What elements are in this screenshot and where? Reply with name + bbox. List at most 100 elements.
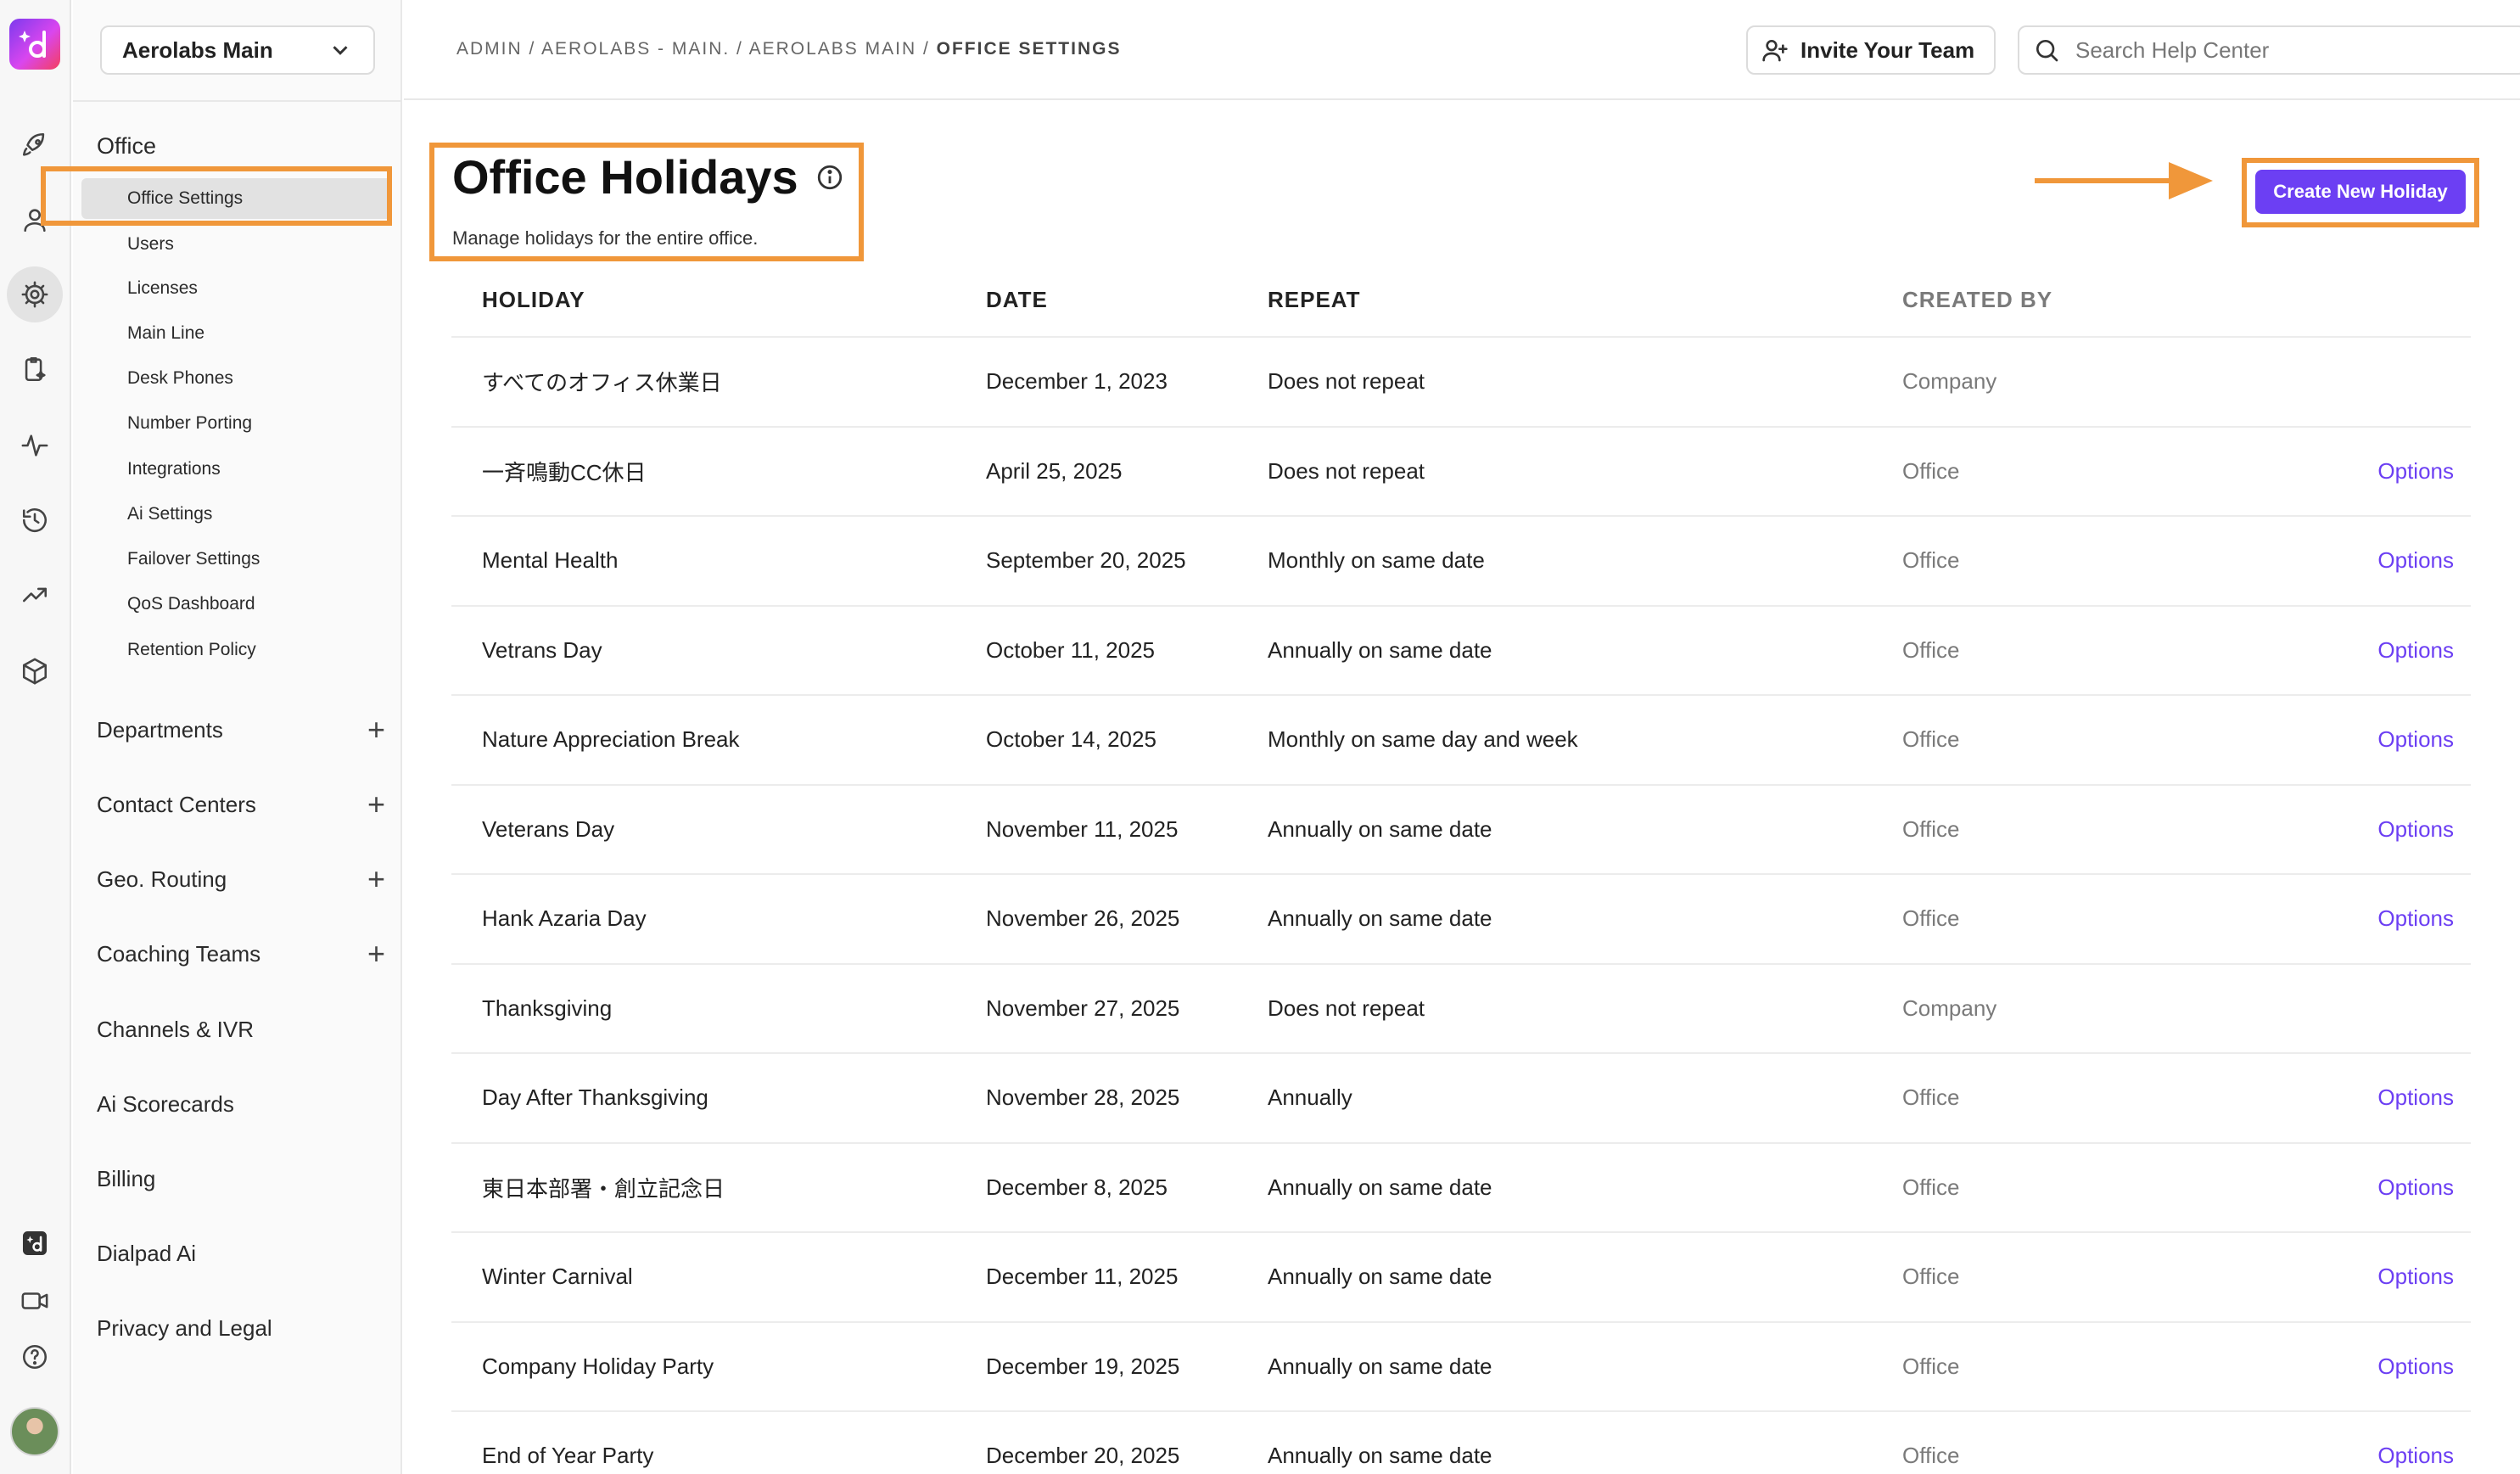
options-link[interactable]: Options xyxy=(2327,1264,2471,1290)
table-row[interactable]: End of Year Party December 20, 2025 Annual… xyxy=(451,1412,2471,1474)
holiday-created-by-cell: Office xyxy=(1902,726,1960,753)
nav-item-ai-settings[interactable]: Ai Settings xyxy=(127,504,212,524)
nav-link-dialpad-ai[interactable]: Dialpad Ai xyxy=(97,1241,385,1267)
table-header: HOLIDAY DATE REPEAT CREATED BY xyxy=(451,263,2471,338)
plus-icon[interactable]: + xyxy=(367,864,385,894)
plus-icon[interactable]: + xyxy=(367,715,385,745)
trending-icon[interactable] xyxy=(12,572,58,618)
nav-group-departments[interactable]: Departments + xyxy=(97,715,385,745)
table-row[interactable]: すべてのオフィス休業日 December 1, 2023 Does not repe… xyxy=(451,338,2471,428)
table-row[interactable]: 東日本部署・創立記念日 December 8, 2025 Annually on s… xyxy=(451,1144,2471,1233)
help-icon[interactable] xyxy=(12,1334,58,1380)
nav-item-main-line[interactable]: Main Line xyxy=(127,323,204,344)
holiday-created-by-cell: Office xyxy=(1902,1353,1960,1379)
nav-link-billing[interactable]: Billing xyxy=(97,1166,385,1192)
search-input[interactable] xyxy=(2075,36,2432,64)
dialpad-ai-icon[interactable] xyxy=(12,1220,58,1266)
table-row[interactable]: Hank Azaria Day November 26, 2025 Annually… xyxy=(451,875,2471,965)
nav-group-label: Departments xyxy=(97,716,223,743)
clipboard-sparkle-icon[interactable] xyxy=(12,346,58,392)
holiday-repeat-cell: Does not repeat xyxy=(1268,457,1425,484)
nav-divider xyxy=(73,100,400,102)
invite-team-button[interactable]: Invite Your Team xyxy=(1746,25,1996,75)
office-select-label: Aerolabs Main xyxy=(122,36,273,63)
breadcrumb-path[interactable]: ADMIN / AEROLABS - MAIN. / AEROLABS MAIN… xyxy=(456,39,937,59)
plus-icon[interactable]: + xyxy=(367,939,385,969)
create-new-holiday-button[interactable]: Create New Holiday xyxy=(2255,170,2466,214)
nav-item-licenses[interactable]: Licenses xyxy=(127,278,198,299)
info-icon[interactable] xyxy=(815,163,844,192)
options-link[interactable]: Options xyxy=(2327,1354,2471,1380)
nav-group-geo-routing[interactable]: Geo. Routing + xyxy=(97,864,385,894)
holiday-date-cell: November 27, 2025 xyxy=(986,995,1180,1021)
column-header-repeat: REPEAT xyxy=(1268,286,1361,312)
arrow-annotation-icon xyxy=(2035,162,2213,199)
table-row[interactable]: Winter Carnival December 11, 2025 Annually… xyxy=(451,1233,2471,1323)
search-box[interactable] xyxy=(2018,25,2520,75)
holiday-date-cell: October 11, 2025 xyxy=(986,636,1155,663)
breadcrumb: ADMIN / AEROLABS - MAIN. / AEROLABS MAIN… xyxy=(456,39,1121,59)
rocket-icon[interactable] xyxy=(12,122,58,168)
nav-item-desk-phones[interactable]: Desk Phones xyxy=(127,368,233,389)
top-bar: ADMIN / AEROLABS - MAIN. / AEROLABS MAIN… xyxy=(404,0,2520,100)
holiday-repeat-cell: Annually on same date xyxy=(1268,1264,1492,1290)
holiday-created-by-cell: Office xyxy=(1902,636,1960,663)
holiday-name-cell: Winter Carnival xyxy=(482,1264,633,1290)
search-icon xyxy=(2036,40,2058,62)
activity-icon[interactable] xyxy=(12,423,58,468)
options-link[interactable]: Options xyxy=(2327,1174,2471,1201)
table-row[interactable]: Nature Appreciation Break October 14, 202… xyxy=(451,696,2471,786)
nav-group-contact-centers[interactable]: Contact Centers + xyxy=(97,789,385,820)
nav-item-users[interactable]: Users xyxy=(127,234,174,255)
holiday-date-cell: December 20, 2025 xyxy=(986,1443,1180,1469)
plus-icon[interactable]: + xyxy=(367,789,385,820)
nav-link-ai-scorecards[interactable]: Ai Scorecards xyxy=(97,1091,385,1118)
options-link[interactable]: Options xyxy=(2327,905,2471,932)
holiday-date-cell: September 20, 2025 xyxy=(986,547,1186,574)
history-icon[interactable] xyxy=(12,497,58,543)
table-row[interactable]: Thanksgiving November 27, 2025 Does not re… xyxy=(451,965,2471,1054)
nav-link-channels-ivr[interactable]: Channels & IVR xyxy=(97,1017,385,1043)
avatar[interactable] xyxy=(10,1407,59,1456)
dialpad-logo-icon[interactable] xyxy=(9,19,60,70)
table-body: すべてのオフィス休業日 December 1, 2023 Does not repe… xyxy=(451,338,2471,1474)
nav-link-privacy-legal[interactable]: Privacy and Legal xyxy=(97,1315,385,1342)
holiday-date-cell: December 19, 2025 xyxy=(986,1353,1180,1379)
options-link[interactable]: Options xyxy=(2327,726,2471,753)
holiday-created-by-cell: Office xyxy=(1902,815,1960,842)
video-icon[interactable] xyxy=(12,1278,58,1324)
highlight-box-office-settings xyxy=(41,166,392,226)
gear-icon[interactable] xyxy=(7,266,63,322)
table-row[interactable]: Company Holiday Party December 19, 2025 An… xyxy=(451,1323,2471,1412)
table-row[interactable]: Vetrans Day October 11, 2025 Annually on s… xyxy=(451,607,2471,696)
office-select[interactable]: Aerolabs Main xyxy=(100,25,375,75)
table-row[interactable]: Mental Health September 20, 2025 Monthly o… xyxy=(451,517,2471,607)
options-link[interactable]: Options xyxy=(2327,547,2471,574)
settings-nav: Aerolabs Main Office Office Settings Use… xyxy=(41,0,402,1474)
holiday-date-cell: October 14, 2025 xyxy=(986,726,1156,753)
table-row[interactable]: Day After Thanksgiving November 28, 2025 A… xyxy=(451,1054,2471,1144)
nav-item-qos-dashboard[interactable]: QoS Dashboard xyxy=(127,594,255,614)
nav-item-retention-policy[interactable]: Retention Policy xyxy=(127,640,256,660)
nav-item-number-porting[interactable]: Number Porting xyxy=(127,413,252,434)
nav-group-label: Contact Centers xyxy=(97,791,256,817)
table-row[interactable]: Veterans Day November 11, 2025 Annually on… xyxy=(451,786,2471,875)
nav-group-coaching-teams[interactable]: Coaching Teams + xyxy=(97,939,385,969)
holiday-name-cell: Vetrans Day xyxy=(482,636,602,663)
nav-section-office[interactable]: Office xyxy=(97,133,156,160)
options-link[interactable]: Options xyxy=(2327,637,2471,664)
options-link[interactable]: Options xyxy=(2327,816,2471,843)
nav-item-integrations[interactable]: Integrations xyxy=(127,459,221,479)
nav-item-failover-settings[interactable]: Failover Settings xyxy=(127,549,260,569)
options-link[interactable]: Options xyxy=(2327,1443,2471,1469)
box-icon[interactable] xyxy=(12,648,58,694)
holiday-name-cell: すべてのオフィス休業日 xyxy=(482,370,722,396)
options-link[interactable]: Options xyxy=(2327,1084,2471,1111)
options-link[interactable]: Options xyxy=(2327,458,2471,485)
holiday-created-by-cell: Office xyxy=(1902,457,1960,484)
column-header-created-by: CREATED BY xyxy=(1902,286,2053,312)
holiday-date-cell: December 11, 2025 xyxy=(986,1264,1179,1290)
holiday-created-by-cell: Company xyxy=(1902,995,1997,1021)
page-title: Office Holidays xyxy=(452,149,844,205)
table-row[interactable]: 一斉鳴動CC休日 April 25, 2025 Does not repeat Off… xyxy=(451,428,2471,517)
